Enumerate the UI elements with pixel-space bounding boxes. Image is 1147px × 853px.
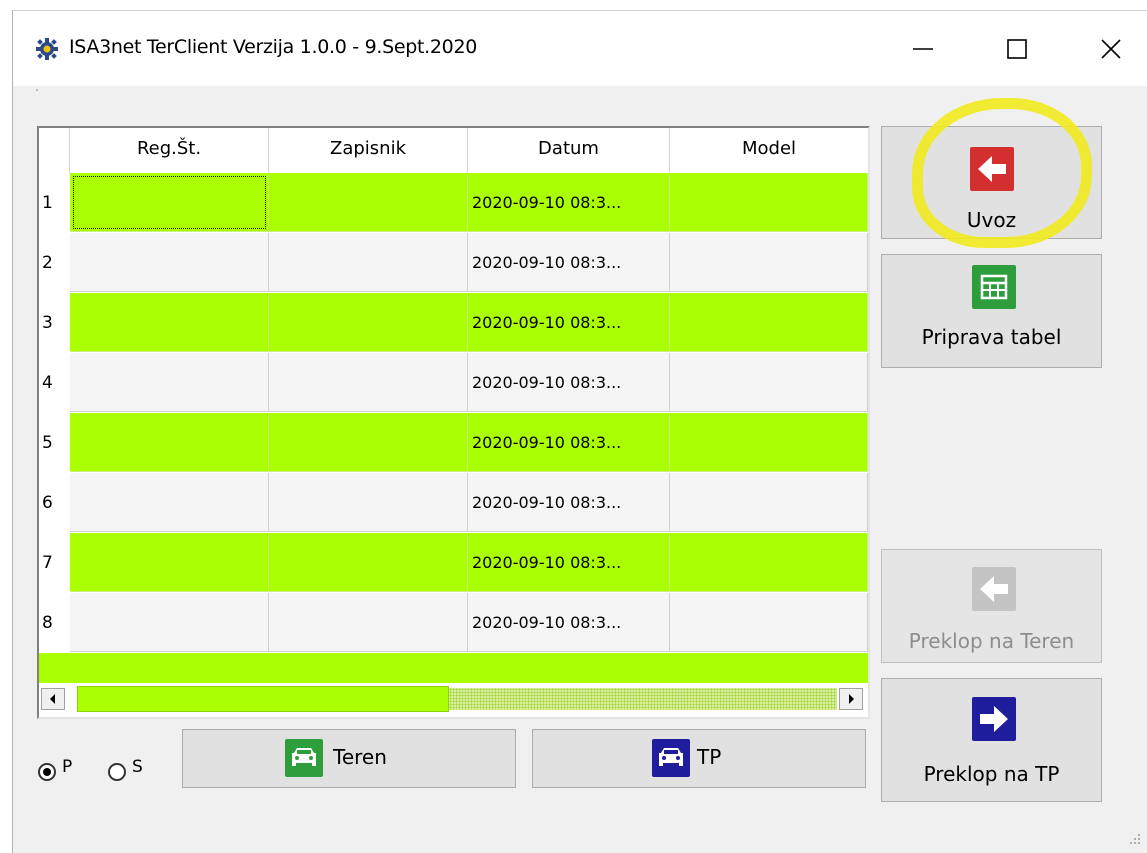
- close-icon: [1101, 39, 1121, 59]
- cell-zapisnik[interactable]: [269, 413, 468, 472]
- minimize-button[interactable]: [893, 23, 953, 73]
- grid-header: Reg.Št. Zapisnik Datum Model: [39, 128, 868, 173]
- cell-model[interactable]: [670, 293, 868, 352]
- cell-zapisnik[interactable]: [269, 473, 468, 532]
- tp-button[interactable]: TP: [532, 729, 866, 788]
- cell-zapisnik[interactable]: [269, 173, 468, 232]
- maximize-button[interactable]: [987, 23, 1047, 73]
- table-row[interactable]: 8 2020-09-10 08:3...: [39, 593, 868, 653]
- scroll-right-button[interactable]: [839, 688, 863, 710]
- uvoz-button[interactable]: Uvoz: [881, 126, 1102, 239]
- arrow-left-icon: [970, 147, 1014, 191]
- cell-reg[interactable]: [70, 533, 269, 592]
- cell-datum[interactable]: 2020-09-10 08:3...: [468, 293, 670, 352]
- preklop-na-tp-button[interactable]: Preklop na TP: [881, 678, 1102, 802]
- column-header-zapisnik[interactable]: Zapisnik: [269, 128, 468, 173]
- table-row[interactable]: 6 2020-09-10 08:3...: [39, 473, 868, 533]
- cell-model[interactable]: [670, 173, 868, 232]
- cell-datum[interactable]: 2020-09-10 08:3...: [468, 233, 670, 292]
- minimize-icon: [913, 48, 933, 50]
- resize-grip-icon[interactable]: [1128, 832, 1142, 846]
- row-number: 8: [39, 593, 69, 653]
- teren-label: Teren: [333, 745, 387, 769]
- horizontal-scrollbar[interactable]: [39, 683, 868, 715]
- row-number: 3: [39, 293, 69, 353]
- preklop-na-tp-label: Preklop na TP: [923, 762, 1060, 786]
- preklop-na-teren-button[interactable]: Preklop na Teren: [881, 549, 1102, 663]
- scrollbar-thumb[interactable]: [77, 686, 449, 712]
- cell-reg[interactable]: [70, 353, 269, 412]
- table-row[interactable]: 3 2020-09-10 08:3...: [39, 293, 868, 353]
- app-window: ISA3net TerClient Verzija 1.0.0 - 9.Sept…: [12, 10, 1147, 853]
- cell-datum[interactable]: 2020-09-10 08:3...: [468, 173, 670, 232]
- chevron-left-icon: [50, 694, 55, 704]
- cell-zapisnik[interactable]: [269, 293, 468, 352]
- tp-label: TP: [697, 745, 722, 769]
- cell-model[interactable]: [670, 473, 868, 532]
- row-number: 6: [39, 473, 69, 533]
- chevron-right-icon: [849, 694, 854, 704]
- priprava-tabel-label: Priprava tabel: [921, 325, 1062, 349]
- row-number: 1: [39, 173, 69, 233]
- car-icon: [285, 739, 323, 777]
- radio-p-label: P: [62, 757, 73, 777]
- uvoz-label: Uvoz: [966, 208, 1017, 232]
- divider: [36, 89, 38, 91]
- table-row[interactable]: 4 2020-09-10 08:3...: [39, 353, 868, 413]
- cell-datum[interactable]: 2020-09-10 08:3...: [468, 473, 670, 532]
- table-row[interactable]: 1 2020-09-10 08:3...: [39, 173, 868, 233]
- row-header-corner: [39, 128, 70, 173]
- gear-icon: [35, 37, 59, 61]
- cell-model[interactable]: [670, 233, 868, 292]
- cell-model[interactable]: [670, 353, 868, 412]
- column-header-model[interactable]: Model: [670, 128, 868, 173]
- cell-datum[interactable]: 2020-09-10 08:3...: [468, 593, 670, 652]
- cell-model[interactable]: [670, 593, 868, 652]
- cell-reg[interactable]: [70, 293, 269, 352]
- table-row[interactable]: 7 2020-09-10 08:3...: [39, 533, 868, 593]
- row-number: 7: [39, 533, 69, 593]
- arrow-left-icon: [972, 567, 1016, 611]
- cell-datum[interactable]: 2020-09-10 08:3...: [468, 353, 670, 412]
- row-number: 2: [39, 233, 69, 293]
- priprava-tabel-button[interactable]: Priprava tabel: [881, 254, 1102, 368]
- scrollbar-track[interactable]: [449, 688, 837, 710]
- maximize-icon: [1007, 39, 1027, 59]
- radio-p[interactable]: [38, 763, 56, 781]
- table-icon: [972, 265, 1016, 309]
- cell-zapisnik[interactable]: [269, 593, 468, 652]
- cell-reg[interactable]: [70, 233, 269, 292]
- table-row[interactable]: 5 2020-09-10 08:3...: [39, 413, 868, 473]
- radio-s[interactable]: [108, 763, 126, 781]
- column-header-datum[interactable]: Datum: [468, 128, 670, 173]
- column-header-reg[interactable]: Reg.Št.: [70, 128, 269, 173]
- close-button[interactable]: [1081, 23, 1141, 73]
- row-number: 5: [39, 413, 69, 473]
- window-title: ISA3net TerClient Verzija 1.0.0 - 9.Sept…: [69, 36, 478, 58]
- cell-zapisnik[interactable]: [269, 353, 468, 412]
- teren-button[interactable]: Teren: [182, 729, 516, 788]
- data-grid[interactable]: Reg.Št. Zapisnik Datum Model 1 2020-09-1…: [37, 126, 870, 719]
- cell-datum[interactable]: 2020-09-10 08:3...: [468, 533, 670, 592]
- cell-model[interactable]: [670, 533, 868, 592]
- cell-reg[interactable]: [70, 173, 269, 232]
- table-row[interactable]: 2 2020-09-10 08:3...: [39, 233, 868, 293]
- scroll-left-button[interactable]: [41, 688, 65, 710]
- radio-s-label: S: [132, 757, 143, 777]
- cell-zapisnik[interactable]: [269, 233, 468, 292]
- cell-model[interactable]: [670, 413, 868, 472]
- cell-reg[interactable]: [70, 593, 269, 652]
- preklop-na-teren-label: Preklop na Teren: [908, 629, 1075, 653]
- cell-reg[interactable]: [70, 413, 269, 472]
- title-bar: ISA3net TerClient Verzija 1.0.0 - 9.Sept…: [13, 11, 1147, 86]
- car-icon: [652, 739, 690, 777]
- row-number: 4: [39, 353, 69, 413]
- cell-reg[interactable]: [70, 473, 269, 532]
- cell-datum[interactable]: 2020-09-10 08:3...: [468, 413, 670, 472]
- arrow-right-icon: [972, 697, 1016, 741]
- grid-filler-row: [39, 653, 868, 683]
- cell-zapisnik[interactable]: [269, 533, 468, 592]
